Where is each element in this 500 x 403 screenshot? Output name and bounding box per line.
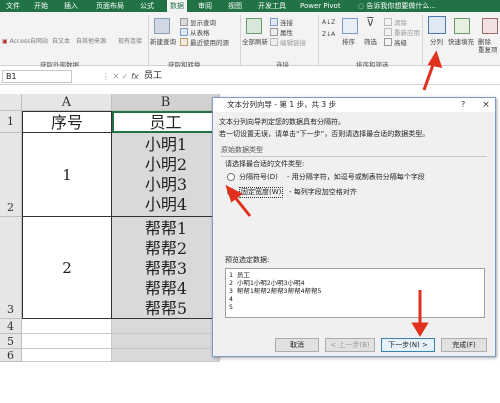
arrow-to-fixed-width bbox=[225, 185, 252, 217]
arrow-to-next-button bbox=[411, 290, 429, 337]
annotation-arrows bbox=[225, 50, 443, 337]
arrow-to-split-column bbox=[422, 50, 443, 91]
